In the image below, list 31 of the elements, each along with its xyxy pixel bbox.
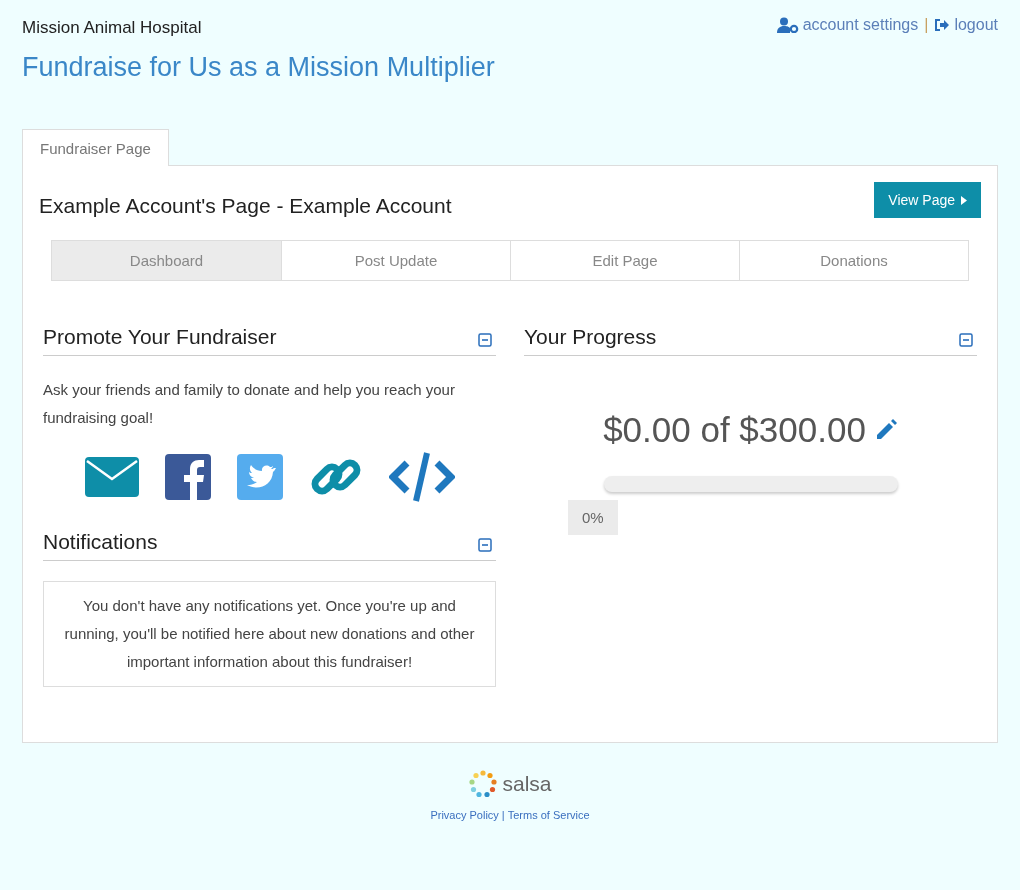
notifications-message: You don't have any notifications yet. Once you're up and running, you'll be notified here about new donations and other important information about this fundraiser! [43,581,496,687]
user-gear-icon [776,17,799,33]
promote-text: Ask your friends and family to donate and help you reach your fundraising goal! [43,380,456,428]
terms-link[interactable]: Terms of Service [507,809,590,821]
caret-icon [961,195,967,205]
code-icon[interactable] [388,451,455,503]
account-settings-link[interactable]: account settings [802,16,919,34]
fundraiser-heading: Example Account's Page - Example Account [39,194,452,218]
progress-amount: $0.00 of $300.00 [603,410,866,450]
subnav-tab[interactable]: Dashboard [52,241,281,280]
page-title: Fundraise for Us as a Mission Multiplier [22,52,495,83]
logout-icon [934,18,951,32]
collapse-icon[interactable] [478,538,492,552]
section-title: Promote Your Fundraiser [43,325,277,349]
bird-icon[interactable] [236,454,283,500]
tab[interactable]: Fundraiser Page [22,129,169,166]
collapse-icon[interactable] [478,333,492,347]
percent-badge: 0% [568,500,618,535]
separator: | [924,16,929,34]
collapse-icon[interactable] [959,333,973,347]
logout-link[interactable]: logout [954,16,998,34]
email-icon[interactable] [84,457,139,497]
view-page-button[interactable]: View Page [874,182,981,218]
section-title: Notifications [43,530,158,554]
brand-name: salsa [502,772,552,796]
privacy-policy-link[interactable]: Privacy Policy [430,809,499,821]
section-title: Your Progress [524,325,657,349]
facebook-icon[interactable] [164,454,211,500]
salsa-logo-icon [468,769,499,799]
separator: | [501,809,505,821]
organization-name: Mission Animal Hospital [22,18,203,38]
